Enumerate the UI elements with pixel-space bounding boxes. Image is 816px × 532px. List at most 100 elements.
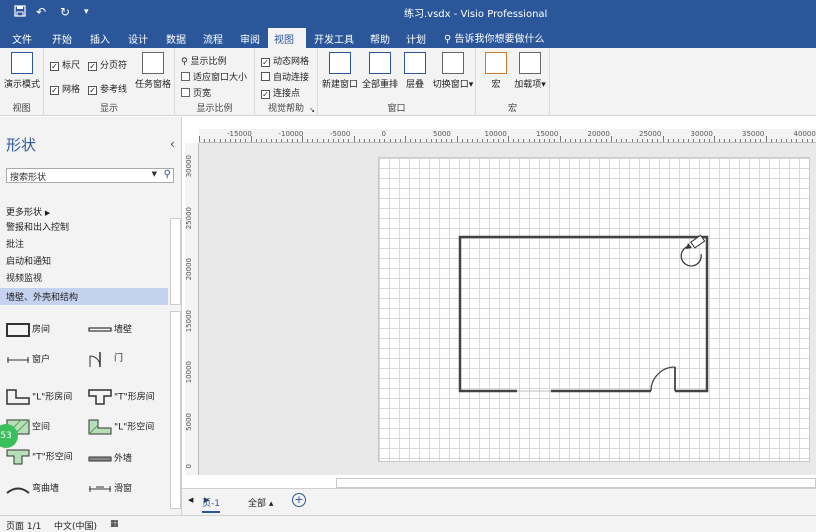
search-icon[interactable]: ⚲ [164,169,171,180]
previous-page-icon[interactable]: ◀ [188,496,193,504]
ruler-tick [523,139,525,142]
visual-aids-group: ✓ 动态网格 自动连接 ✓ 连接点 视觉帮助 ↘ [255,48,318,116]
ruler-tick [724,139,726,142]
title-bar: ↶ ↻ ▾ 练习.vsdx - Visio Professional [0,0,816,24]
page-indicator[interactable]: 页面 1/1 [6,519,41,532]
ruler-tick [379,139,381,142]
shape-sliding-window[interactable]: 滑窗 [88,481,132,495]
tab-home[interactable]: 开始 [46,28,78,48]
ruler-tick [611,136,612,142]
stencil-item[interactable]: 批注 [0,235,168,252]
switch-windows-button[interactable]: 切换窗口▾ [432,52,474,90]
l-room-icon [6,389,30,405]
shapes-scrollbar[interactable] [170,311,181,509]
tell-me-box[interactable]: ⚲ 告诉我你想要做什么 [444,30,545,45]
tab-process[interactable]: 流程 [197,28,229,48]
new-window-button[interactable]: 新建窗口 [320,52,360,90]
more-shapes-button[interactable]: 更多形状 ▶ [6,205,50,218]
dynamic-grid-checkbox[interactable]: ✓ 动态网格 [261,54,309,67]
shape-l-space[interactable]: "L"形空间 [88,419,154,435]
all-pages-button[interactable]: 全部 ▴ [248,496,273,509]
shape-l-room[interactable]: "L"形房间 [6,389,72,405]
zoom-button[interactable]: ⚲ 显示比例 [181,54,226,67]
ruler-tick [471,139,473,142]
tab-file[interactable]: 文件 [6,28,38,48]
collapse-pane-icon[interactable]: ‹ [170,137,175,151]
chevron-down-icon[interactable]: ▼ [152,170,157,178]
macro-recording-icon[interactable]: ▦ [110,519,119,529]
present-mode-button[interactable]: 演示模式 [2,52,42,90]
stencil-item[interactable]: 视频监视 [0,269,168,286]
ruler-tick [518,139,520,142]
horizontal-scrollbar[interactable] [336,478,816,488]
dialog-launcher-icon[interactable]: ↘ [309,106,315,114]
ruler-tick [214,139,216,142]
shape-door[interactable]: 门 [88,348,123,368]
macros-group-label: 宏 [507,104,517,114]
cascade-button[interactable]: 层叠 [400,52,430,90]
ruler-tick [688,139,690,142]
macros-button[interactable]: 宏 [480,52,512,90]
tab-help[interactable]: 帮助 [364,28,396,48]
save-icon[interactable] [14,5,26,20]
ruler-tick [487,139,489,142]
shape-curved-wall[interactable]: 弯曲墙 [6,481,59,495]
shape-room[interactable]: 房间 [6,322,50,337]
task-panes-button[interactable]: 任务窗格 [132,52,174,90]
add-page-icon[interactable]: + [292,493,306,507]
tab-view[interactable]: 视图 [268,28,306,48]
drawing-page[interactable] [378,157,810,462]
ruler-tick-label: 15000 [536,130,559,138]
show-group-label: 显示 [99,104,118,114]
shape-wall[interactable]: 墙壁 [88,322,132,337]
shape-t-space[interactable]: "T"形空间 [6,449,73,465]
page-breaks-checkbox[interactable]: ✓ 分页符 [88,58,127,71]
fit-to-window-button[interactable]: 适应窗口大小 [181,70,247,83]
ruler-tick [585,139,587,142]
customize-qat-icon[interactable]: ▾ [84,7,89,17]
tab-design[interactable]: 设计 [122,28,154,48]
stencil-item[interactable]: 警报和出入控制 [0,218,168,235]
ruler-tick [317,139,319,142]
undo-icon[interactable]: ↶ [36,5,46,19]
connection-points-checkbox[interactable]: ✓ 连接点 [261,86,300,99]
ruler-tick [744,139,746,142]
ruler-tick [595,139,597,142]
page-width-button[interactable]: 页宽 [181,86,211,99]
stencil-item-selected[interactable]: 墙壁、外壳和结构 [0,288,168,305]
ruler-tick [348,139,350,142]
shape-t-room[interactable]: "T"形房间 [88,389,155,405]
tab-developer[interactable]: 开发工具 [308,28,360,48]
addins-button[interactable]: 加载项▾ [512,52,548,90]
redo-icon[interactable]: ↻ [60,5,70,19]
ruler-tick [394,139,396,142]
door-shape[interactable] [650,366,676,392]
ruler-tick [770,139,772,142]
ruler-checkbox[interactable]: ✓ 标尺 [50,58,80,71]
floor-plan[interactable] [379,158,811,463]
language-indicator[interactable]: 中文(中国) [54,519,97,532]
arrange-all-button[interactable]: 全部重排 [360,52,400,90]
stencil-item[interactable]: 启动和通知 [0,252,168,269]
ruler-tick [384,139,386,142]
ruler-tick-label: 20000 [185,258,193,281]
ruler-tick [332,139,334,142]
ruler-tick [641,139,643,142]
search-shapes-input[interactable]: 搜索形状 ▼ ⚲ [6,168,174,183]
rotation-handle-icon[interactable] [680,234,706,267]
tab-plan[interactable]: 计划 [400,28,432,48]
grid-checkbox[interactable]: ✓ 网格 [50,82,80,95]
ruler-tick [508,136,509,142]
tab-insert[interactable]: 插入 [84,28,116,48]
tab-data[interactable]: 数据 [160,28,192,48]
tab-review[interactable]: 审阅 [234,28,266,48]
ruler-tick [796,139,798,142]
ruler-tick [451,139,453,142]
page-tab-1[interactable]: 页-1 [202,496,220,513]
guides-checkbox[interactable]: ✓ 参考线 [88,82,127,95]
stencil-list-scrollbar[interactable] [170,218,181,305]
ruler-tick [698,139,700,142]
shape-exterior-wall[interactable]: 外墙 [88,451,132,465]
shape-window[interactable]: 窗户 [6,352,50,367]
auto-connect-checkbox[interactable]: 自动连接 [261,70,309,83]
